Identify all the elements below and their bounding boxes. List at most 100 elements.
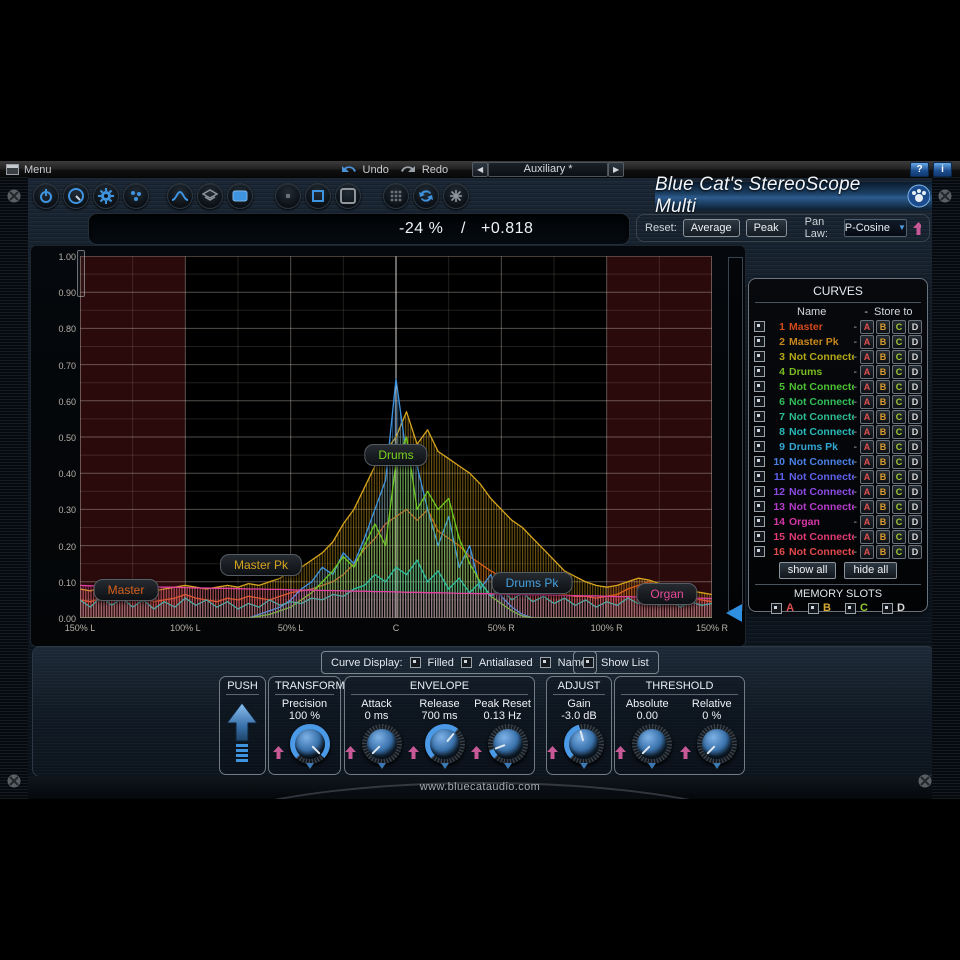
store-d-button[interactable]: D [908, 410, 922, 424]
release-knob[interactable] [425, 724, 465, 764]
store-a-button[interactable]: A [860, 350, 874, 364]
gain-knob[interactable] [564, 724, 604, 764]
store-b-button[interactable]: B [876, 455, 890, 469]
store-d-button[interactable]: D [908, 530, 922, 544]
store-c-button[interactable]: C [892, 470, 906, 484]
preset-prev-button[interactable]: ◀ [472, 162, 488, 177]
curve-visible-checkbox[interactable] [754, 321, 765, 332]
store-d-button[interactable]: D [908, 515, 922, 529]
store-d-button[interactable]: D [908, 545, 922, 559]
store-d-button[interactable]: D [908, 335, 922, 349]
store-d-button[interactable]: D [908, 470, 922, 484]
sync-button[interactable] [413, 183, 439, 209]
store-d-button[interactable]: D [908, 500, 922, 514]
store-d-button[interactable]: D [908, 350, 922, 364]
freeze-button[interactable] [443, 183, 469, 209]
knob-mode-button[interactable] [63, 183, 89, 209]
store-d-button[interactable]: D [908, 485, 922, 499]
settings-button[interactable] [93, 183, 119, 209]
store-c-button[interactable]: C [892, 395, 906, 409]
store-b-button[interactable]: B [876, 395, 890, 409]
push-arrow-icon[interactable] [224, 701, 260, 763]
curve-visible-checkbox[interactable] [754, 456, 765, 467]
curve-visible-checkbox[interactable] [754, 366, 765, 377]
memory-slot-checkbox[interactable] [808, 603, 819, 614]
store-a-button[interactable]: A [860, 485, 874, 499]
size-medium-button[interactable] [305, 183, 331, 209]
pan-law-select[interactable]: P-Cosine ▼ [844, 219, 908, 237]
store-b-button[interactable]: B [876, 500, 890, 514]
curve-visible-checkbox[interactable] [754, 486, 765, 497]
preset-next-button[interactable]: ▶ [608, 162, 624, 177]
store-c-button[interactable]: C [892, 365, 906, 379]
grid-button[interactable] [383, 183, 409, 209]
store-c-button[interactable]: C [892, 515, 906, 529]
store-b-button[interactable]: B [876, 470, 890, 484]
routing-button[interactable] [123, 183, 149, 209]
automation-arrow-icon[interactable] [345, 746, 356, 759]
store-c-button[interactable]: C [892, 530, 906, 544]
store-b-button[interactable]: B [876, 380, 890, 394]
store-c-button[interactable]: C [892, 410, 906, 424]
store-a-button[interactable]: A [860, 425, 874, 439]
menu-button[interactable]: Menu [6, 164, 52, 176]
store-b-button[interactable]: B [876, 485, 890, 499]
automation-arrow-icon[interactable] [615, 746, 626, 759]
automation-arrow-icon[interactable] [547, 746, 558, 759]
curve-visible-checkbox[interactable] [754, 501, 765, 512]
redo-button[interactable]: Redo [399, 164, 448, 176]
antialiased-checkbox[interactable] [461, 657, 472, 668]
store-d-button[interactable]: D [908, 440, 922, 454]
relative-knob[interactable] [697, 724, 737, 764]
curve-visible-checkbox[interactable] [754, 471, 765, 482]
show-list-checkbox[interactable] [583, 657, 594, 668]
info-button[interactable]: i [933, 162, 952, 177]
curve-label-pill[interactable]: Drums Pk [492, 572, 573, 594]
store-a-button[interactable]: A [860, 530, 874, 544]
store-d-button[interactable]: D [908, 320, 922, 334]
store-c-button[interactable]: C [892, 320, 906, 334]
name-checkbox[interactable] [540, 657, 551, 668]
stereo-scope-plot[interactable]: MasterMaster PkDrumsDrums PkOrgan [80, 256, 712, 618]
store-d-button[interactable]: D [908, 425, 922, 439]
peak-reset-knob[interactable] [488, 724, 528, 764]
store-b-button[interactable]: B [876, 440, 890, 454]
store-c-button[interactable]: C [892, 455, 906, 469]
store-a-button[interactable]: A [860, 365, 874, 379]
store-c-button[interactable]: C [892, 350, 906, 364]
curve-view-button[interactable] [167, 183, 193, 209]
curve-visible-checkbox[interactable] [754, 336, 765, 347]
curve-label-pill[interactable]: Drums [364, 444, 427, 466]
store-d-button[interactable]: D [908, 395, 922, 409]
store-c-button[interactable]: C [892, 425, 906, 439]
store-b-button[interactable]: B [876, 350, 890, 364]
automation-arrow-icon[interactable] [408, 746, 419, 759]
curve-label-pill[interactable]: Organ [636, 583, 697, 605]
store-d-button[interactable]: D [908, 365, 922, 379]
size-small-button[interactable] [275, 183, 301, 209]
zoom-handle[interactable] [77, 250, 85, 297]
store-a-button[interactable]: A [860, 440, 874, 454]
automation-arrow-icon[interactable] [913, 222, 921, 235]
help-button[interactable]: ? [910, 162, 929, 177]
undo-button[interactable]: Undo [340, 164, 389, 176]
store-a-button[interactable]: A [860, 335, 874, 349]
store-b-button[interactable]: B [876, 410, 890, 424]
store-b-button[interactable]: B [876, 365, 890, 379]
reset-peak-button[interactable]: Peak [746, 219, 787, 237]
layers-button[interactable] [197, 183, 223, 209]
curve-visible-checkbox[interactable] [754, 441, 765, 452]
vertical-scroll-track[interactable] [728, 257, 743, 611]
preset-name-field[interactable]: Auxiliary * [488, 162, 608, 177]
store-a-button[interactable]: A [860, 380, 874, 394]
automation-arrow-icon[interactable] [273, 746, 284, 759]
store-b-button[interactable]: B [876, 425, 890, 439]
store-a-button[interactable]: A [860, 455, 874, 469]
store-b-button[interactable]: B [876, 545, 890, 559]
automation-arrow-icon[interactable] [471, 746, 482, 759]
store-c-button[interactable]: C [892, 500, 906, 514]
store-a-button[interactable]: A [860, 545, 874, 559]
curve-visible-checkbox[interactable] [754, 396, 765, 407]
store-d-button[interactable]: D [908, 380, 922, 394]
attack-knob[interactable] [362, 724, 402, 764]
